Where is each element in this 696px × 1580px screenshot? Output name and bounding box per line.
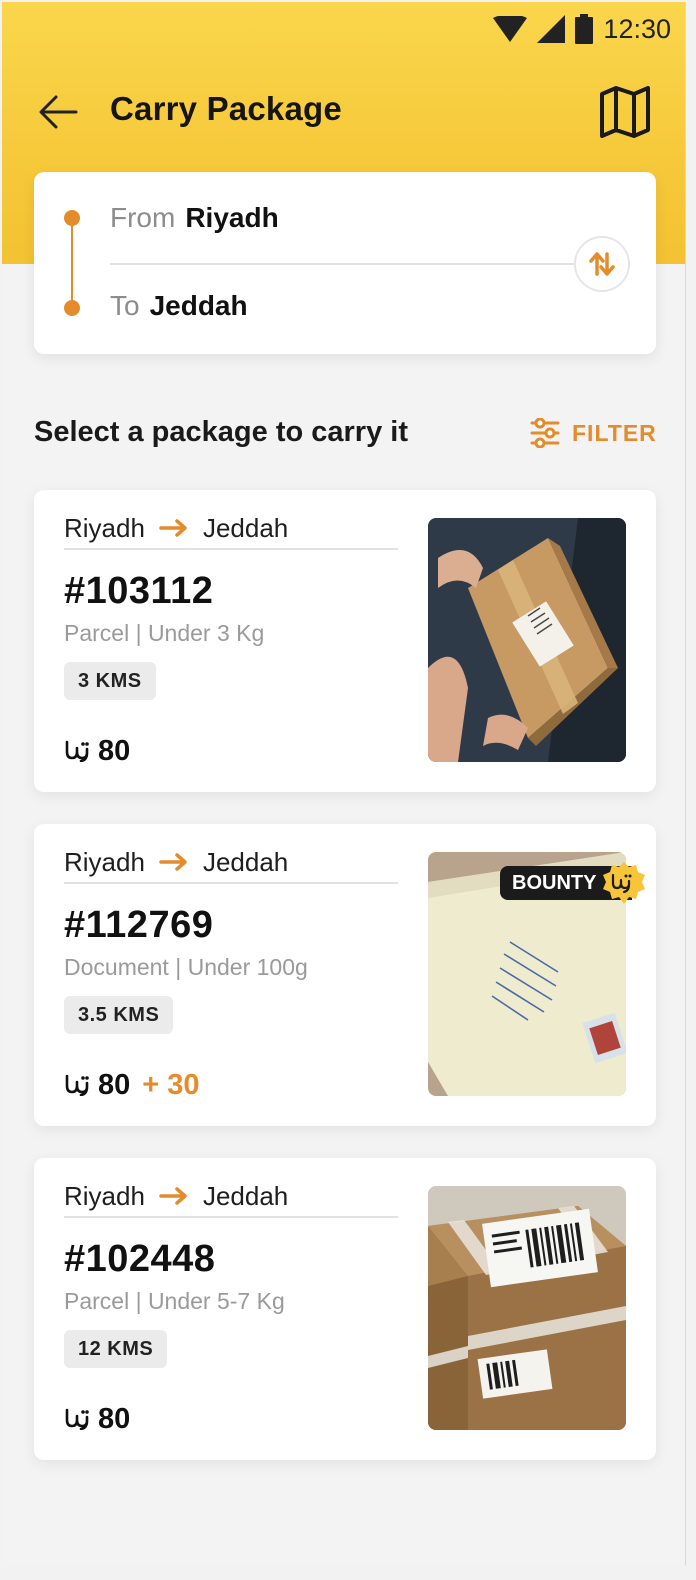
- price-value: 80: [98, 1068, 131, 1101]
- app-bar: Carry Package: [2, 80, 685, 144]
- arrow-right-icon: [159, 518, 189, 538]
- distance-badge: 3 KMS: [64, 662, 156, 700]
- distance-badge: 3.5 KMS: [64, 996, 174, 1034]
- card-to: Jeddah: [202, 846, 289, 877]
- package-price: 80: [64, 1401, 130, 1437]
- filter-sliders-icon: [530, 418, 560, 448]
- section-title: Select a package to carry it: [34, 416, 408, 448]
- package-id: #112769: [64, 904, 214, 946]
- wifi-icon: [493, 16, 528, 42]
- status-time: 12:30: [603, 13, 671, 44]
- to-field[interactable]: To Jeddah: [110, 290, 248, 322]
- bounty-badge-icon: [603, 862, 646, 904]
- card-route: Riyadh Jeddah: [64, 1180, 398, 1218]
- package-id: #103112: [64, 570, 214, 612]
- taped-box-image: [428, 1186, 626, 1430]
- route-card: From Riyadh To Jeddah: [34, 172, 656, 354]
- from-value: Riyadh: [185, 202, 279, 233]
- price-value: 80: [98, 734, 131, 767]
- from-label: From: [110, 202, 176, 233]
- package-id: #102448: [64, 1238, 216, 1280]
- filter-button[interactable]: FILTER: [530, 416, 657, 450]
- package-card[interactable]: Riyadh Jeddah #102448 Parcel | Under 5-7…: [34, 1158, 656, 1460]
- status-bar: 12:30: [493, 12, 671, 46]
- back-arrow-icon: [39, 95, 78, 129]
- swap-arrows-icon: [589, 252, 615, 276]
- arrow-right-icon: [159, 852, 189, 872]
- back-button[interactable]: [36, 92, 80, 132]
- route-divider: [110, 263, 578, 265]
- card-from: Riyadh: [64, 846, 145, 877]
- bounty-tag: BOUNTY: [500, 862, 646, 904]
- package-card[interactable]: Riyadh Jeddah #112769 Document | Under 1…: [34, 824, 656, 1126]
- card-route: Riyadh Jeddah: [64, 846, 398, 884]
- package-price: 80: [64, 733, 130, 769]
- riyal-icon: [65, 740, 89, 762]
- package-card[interactable]: Riyadh Jeddah #103112 Parcel | Under 3 K…: [34, 490, 656, 792]
- route-line: [71, 224, 73, 302]
- map-button[interactable]: [598, 84, 652, 140]
- to-value: Jeddah: [149, 290, 248, 321]
- card-route: Riyadh Jeddah: [64, 512, 398, 550]
- card-from: Riyadh: [64, 512, 145, 543]
- bounty-bonus: + 30: [142, 1068, 200, 1101]
- signal-icon: [537, 15, 566, 43]
- parcel-box-held-image: [428, 518, 626, 762]
- from-field[interactable]: From Riyadh: [110, 202, 279, 234]
- map-icon: [600, 86, 650, 138]
- app-screen: 12:30 Carry Package From Riyadh To Jeddah: [2, 2, 686, 1566]
- package-description: Parcel | Under 3 Kg: [64, 620, 265, 646]
- swap-button[interactable]: [574, 236, 630, 292]
- card-to: Jeddah: [202, 512, 289, 543]
- package-description: Document | Under 100g: [64, 954, 308, 980]
- distance-badge: 12 KMS: [64, 1330, 168, 1368]
- to-label: To: [110, 290, 140, 321]
- card-from: Riyadh: [64, 1180, 145, 1211]
- arrow-right-icon: [159, 1186, 189, 1206]
- to-dot: [64, 300, 80, 316]
- riyal-icon: [65, 1408, 89, 1430]
- riyal-icon: [65, 1074, 89, 1096]
- card-to: Jeddah: [202, 1180, 289, 1211]
- package-description: Parcel | Under 5-7 Kg: [64, 1288, 285, 1314]
- filter-label: FILTER: [572, 419, 657, 446]
- page-title: Carry Package: [110, 90, 342, 127]
- battery-icon: [575, 14, 594, 44]
- price-value: 80: [98, 1402, 131, 1435]
- package-price: 80 + 30: [64, 1067, 200, 1103]
